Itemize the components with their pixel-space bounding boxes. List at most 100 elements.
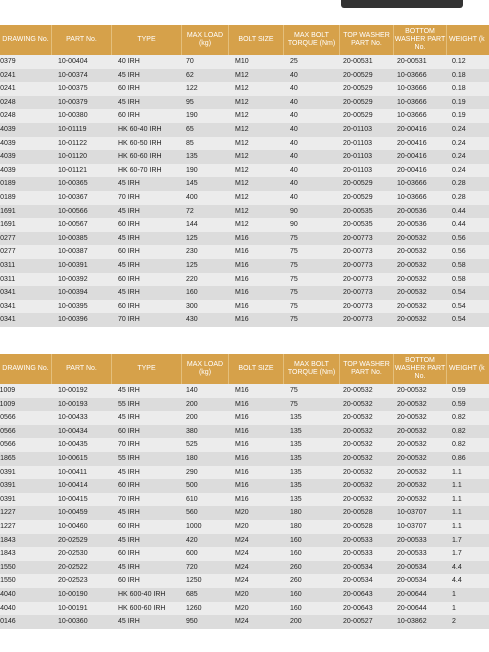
part-no-cell: 10-00367 xyxy=(58,193,88,201)
part-no-cell: 10-00404 xyxy=(58,58,88,65)
part-no-cell: 10-00374 xyxy=(58,71,88,79)
bottom-washer-cell: 20-00532 xyxy=(397,495,427,503)
weight-cell: 0.82 xyxy=(452,441,466,449)
top-washer-cell: 20-00773 xyxy=(343,302,373,310)
type-cell: 45 IRH xyxy=(118,468,140,476)
bottom-washer-cell: 10-03666 xyxy=(397,98,427,106)
bolt-size-cell: M20 xyxy=(235,509,249,517)
top-washer-cell: 20-00773 xyxy=(343,316,373,324)
top-washer-cell: 20-00528 xyxy=(343,522,373,530)
drawing-no-cell: 17-1843 xyxy=(0,536,16,544)
part-no-cell: 10-00375 xyxy=(58,85,88,93)
bottom-washer-cell: 20-00416 xyxy=(397,166,427,174)
weight-cell: 1.1 xyxy=(452,468,462,476)
top-washer-cell: 20-00529 xyxy=(343,180,373,188)
table-row: 17-1550 20-02522 45 IRH 720 M24 260 20-00534 20… xyxy=(0,560,489,575)
type-cell: 60 IRH xyxy=(118,577,140,585)
weight-cell: 0.19 xyxy=(452,98,466,106)
top-dark-bar xyxy=(341,0,463,8)
weight-cell: 0.82 xyxy=(452,427,466,435)
type-cell: 45 IRH xyxy=(118,180,140,188)
header-drawing-no: DRAWING No. xyxy=(0,25,52,55)
table-row: 17-0311 10-00392 60 IRH 220 M16 75 20-00773 20-… xyxy=(0,272,489,287)
weight-cell: 1 xyxy=(452,604,456,612)
top-washer-cell: 20-00532 xyxy=(343,414,373,422)
torque-cell: 40 xyxy=(290,166,298,174)
torque-cell: 180 xyxy=(290,522,302,530)
max-load-cell: 610 xyxy=(186,495,198,503)
max-load-cell: 72 xyxy=(186,207,194,215)
bottom-washer-cell: 20-00532 xyxy=(397,248,427,256)
torque-cell: 90 xyxy=(290,207,298,215)
torque-cell: 135 xyxy=(290,495,302,503)
top-washer-cell: 20-00529 xyxy=(343,85,373,93)
table-row: 17-0391 10-00411 45 IRH 290 M16 135 20-00532 20… xyxy=(0,465,489,480)
top-washer-cell: 20-00532 xyxy=(343,482,373,490)
max-load-cell: 420 xyxy=(186,536,198,544)
weight-cell: 0.12 xyxy=(452,58,466,65)
max-load-cell: 950 xyxy=(186,618,198,626)
table-row: 17-0566 10-00435 70 IRH 525 M16 135 20-00532 20… xyxy=(0,438,489,452)
bolt-size-cell: M12 xyxy=(235,180,249,188)
type-cell: 60 IRH xyxy=(118,112,140,120)
drawing-no-cell: 17-0341 xyxy=(0,302,16,310)
type-cell: 45 IRH xyxy=(118,618,140,626)
part-no-cell: 10-01121 xyxy=(58,166,88,174)
bolt-size-cell: M16 xyxy=(235,261,249,269)
part-no-cell: 10-00396 xyxy=(58,316,88,324)
part-no-cell: 10-00411 xyxy=(58,468,88,476)
max-load-cell: 500 xyxy=(186,482,198,490)
drawing-no-cell: 17-0241 xyxy=(0,85,16,93)
max-load-cell: 720 xyxy=(186,563,198,571)
bolt-size-cell: M20 xyxy=(235,604,249,612)
top-washer-cell: 20-00535 xyxy=(343,221,373,229)
part-no-cell: 10-00414 xyxy=(58,482,88,490)
max-load-cell: 190 xyxy=(186,112,198,120)
max-load-cell: 380 xyxy=(186,427,198,435)
bolt-size-cell: M24 xyxy=(235,577,249,585)
bottom-washer-cell: 20-00532 xyxy=(397,302,427,310)
max-load-cell: 65 xyxy=(186,125,194,133)
part-no-cell: 20-02530 xyxy=(58,550,88,558)
weight-cell: 0.28 xyxy=(452,193,466,201)
bolt-size-cell: M12 xyxy=(235,193,249,201)
table-body: 17-0379 10-00404 40 IRH 70 M10 25 20-00531 20-0… xyxy=(0,55,489,327)
weight-cell: 1.1 xyxy=(452,509,462,517)
table-row: 17-4039 10-01119 HK 60-40 IRH 65 M12 40 20-011… xyxy=(0,122,489,137)
max-load-cell: 290 xyxy=(186,468,198,476)
type-cell: 45 IRH xyxy=(118,234,140,242)
table-row: 17-0146 10-00360 45 IRH 950 M24 200 20-00527 10… xyxy=(0,615,489,629)
parts-table-2: DRAWING No. PART No. TYPE MAX LOAD (kg) … xyxy=(0,354,489,629)
part-no-cell: 10-01120 xyxy=(58,153,88,161)
bottom-washer-cell: 20-00534 xyxy=(397,563,427,571)
part-no-cell: 10-00433 xyxy=(58,414,88,422)
weight-cell: 0.54 xyxy=(452,316,466,324)
bolt-size-cell: M24 xyxy=(235,536,249,544)
table-row: 17-0277 10-00385 45 IRH 125 M16 75 20-00773 20-… xyxy=(0,231,489,246)
torque-cell: 160 xyxy=(290,590,302,598)
drawing-no-cell: 17-1691 xyxy=(0,207,16,215)
table-row: 17-0341 10-00396 70 IRH 430 M16 75 20-00773 20-… xyxy=(0,313,489,327)
torque-cell: 75 xyxy=(290,316,298,324)
bottom-washer-cell: 20-00416 xyxy=(397,125,427,133)
header-top-washer: TOP WASHER PART No. xyxy=(340,354,394,384)
table-row: 17-1843 20-02529 45 IRH 420 M24 160 20-00533 20… xyxy=(0,533,489,548)
part-no-cell: 10-00365 xyxy=(58,180,88,188)
bottom-washer-cell: 10-03707 xyxy=(397,509,427,517)
type-cell: 45 IRH xyxy=(118,98,140,106)
top-washer-cell: 20-00532 xyxy=(343,387,373,394)
torque-cell: 75 xyxy=(290,248,298,256)
bottom-washer-cell: 20-00532 xyxy=(397,454,427,462)
type-cell: 45 IRH xyxy=(118,71,140,79)
table-row: 17-0391 10-00414 60 IRH 500 M16 135 20-00532 20… xyxy=(0,479,489,493)
top-washer-cell: 20-01103 xyxy=(343,153,373,161)
torque-cell: 135 xyxy=(290,482,302,490)
parts-table-1: DRAWING No. PART No. TYPE MAX LOAD (kg) … xyxy=(0,25,489,327)
bottom-washer-cell: 20-00532 xyxy=(397,275,427,283)
drawing-no-cell: 17-1550 xyxy=(0,563,16,571)
torque-cell: 160 xyxy=(290,550,302,558)
weight-cell: 1.1 xyxy=(452,482,462,490)
table-row: 17-4040 10-00191 HK 600-60 IRH 1260 M20 160 20… xyxy=(0,601,489,616)
part-no-cell: 10-00615 xyxy=(58,454,88,462)
bottom-washer-cell: 20-00644 xyxy=(397,604,427,612)
